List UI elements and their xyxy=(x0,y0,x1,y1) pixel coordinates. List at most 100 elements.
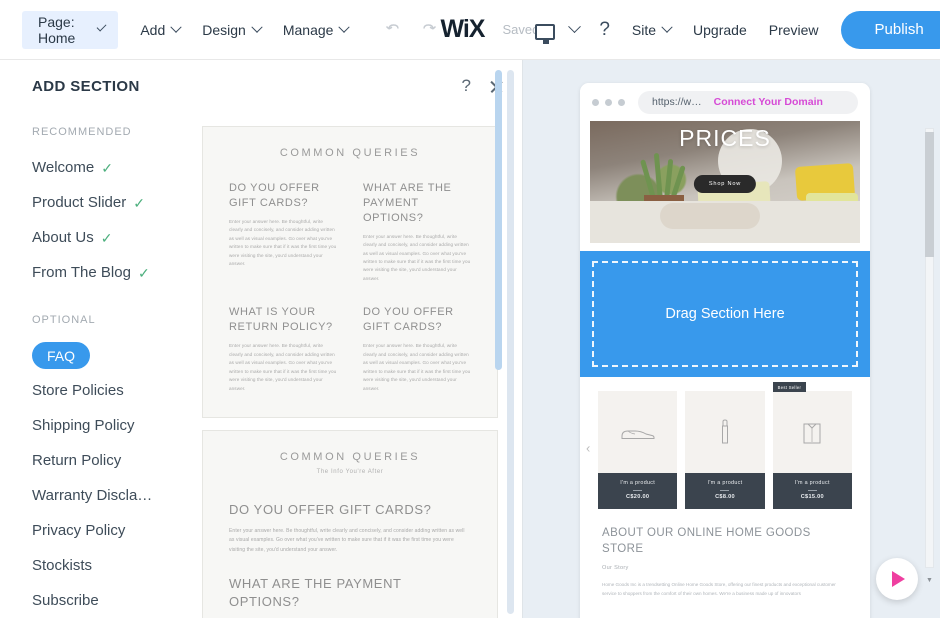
chevron-down-icon xyxy=(170,21,182,33)
product-card[interactable]: I'm a product C$8.00 xyxy=(685,391,765,509)
lipstick-icon xyxy=(685,391,764,473)
undo-icon[interactable] xyxy=(384,20,404,40)
sidebar-item-product-slider[interactable]: Product Slider ✓ xyxy=(32,185,198,220)
add-section-panel: ADD SECTION ? RECOMMENDED Welcome ✓ Prod… xyxy=(0,60,523,618)
slider-prev-arrow[interactable]: ‹ xyxy=(586,441,590,456)
faq-question: WHAT ARE THE PAYMENT OPTIONS? xyxy=(229,576,402,609)
menu-site[interactable]: Site xyxy=(631,10,673,50)
preview-button[interactable]: Preview xyxy=(769,22,819,38)
sidebar-item-store-policies[interactable]: Store Policies xyxy=(32,373,198,408)
sidebar-item-return-policy[interactable]: Return Policy xyxy=(32,443,198,478)
group-label-optional: OPTIONAL xyxy=(32,314,96,326)
product-card[interactable]: I'm a product C$20.00 xyxy=(598,391,678,509)
shoe-icon xyxy=(598,391,677,473)
play-icon xyxy=(892,571,905,587)
panel-header: ADD SECTION ? xyxy=(0,60,522,112)
drag-section-dropzone[interactable]: Drag Section Here xyxy=(580,251,870,377)
sidebar-item-warranty-disclaimer[interactable]: Warranty Discla… xyxy=(32,478,198,513)
product-meta: I'm a product C$20.00 xyxy=(598,473,678,509)
menu-site-label: Site xyxy=(631,21,657,38)
product-name: I'm a product xyxy=(794,480,830,486)
chevron-down-icon xyxy=(251,21,263,33)
best-seller-badge: Best Seller xyxy=(772,382,807,392)
product-divider xyxy=(633,489,643,491)
product-name: I'm a product xyxy=(620,480,656,486)
template-question-grid: DO YOU OFFER GIFT CARDS? Enter your answ… xyxy=(229,181,471,393)
window-dot-icon xyxy=(618,98,625,106)
sidebar-item-stockists[interactable]: Stockists xyxy=(32,548,198,583)
redo-icon[interactable] xyxy=(418,20,438,40)
faq-entry: WHAT IS YOUR RETURN POLICY? Enter your a… xyxy=(229,305,337,393)
menu-add[interactable]: Add xyxy=(140,10,182,50)
template-gallery: COMMON QUERIES DO YOU OFFER GIFT CARDS? … xyxy=(198,112,522,618)
sidebar-item-faq[interactable]: FAQ xyxy=(32,342,91,369)
panel-body: RECOMMENDED Welcome ✓ Product Slider ✓ A… xyxy=(0,70,522,618)
sidebar-item-subscribe[interactable]: Subscribe xyxy=(32,583,198,618)
shop-now-button[interactable]: Shop Now xyxy=(693,175,757,193)
product-meta: I'm a product C$8.00 xyxy=(685,473,765,509)
connect-domain-link[interactable]: Connect Your Domain xyxy=(714,96,823,108)
about-section[interactable]: ABOUT OUR ONLINE HOME GOODS STORE Our St… xyxy=(580,519,870,599)
section-category-list: RECOMMENDED Welcome ✓ Product Slider ✓ A… xyxy=(0,112,198,618)
panel-scrollbar-thumb[interactable] xyxy=(495,70,502,370)
product-name: I'm a product xyxy=(707,480,743,486)
stage-scrollbar-thumb[interactable] xyxy=(925,132,934,257)
page-selector-dropdown[interactable]: Page: Home xyxy=(22,10,119,49)
sidebar-item-privacy-policy[interactable]: Privacy Policy xyxy=(32,513,198,548)
sidebar-item-label: Product Slider xyxy=(32,194,127,211)
faq-question: WHAT ARE THE PAYMENT OPTIONS? xyxy=(363,182,452,224)
faq-answer: Enter your answer here. Be thoughtful, w… xyxy=(363,233,471,281)
about-subheading: Our Story xyxy=(602,565,629,572)
wix-logo[interactable]: WiX xyxy=(440,15,485,44)
group-label-recommended: RECOMMENDED xyxy=(32,126,132,138)
sidebar-item-shipping-policy[interactable]: Shipping Policy xyxy=(32,408,198,443)
editor-stage: https://w… Connect Your Domain PRICES Sh… xyxy=(523,60,940,618)
hero-title: PRICES xyxy=(679,125,771,151)
sidebar-item-label: About Us xyxy=(32,229,94,246)
help-icon[interactable]: ? xyxy=(599,19,610,41)
chevron-down-icon xyxy=(96,21,107,32)
section-template-card[interactable]: COMMON QUERIES DO YOU OFFER GIFT CARDS? … xyxy=(202,126,498,419)
section-template-card[interactable]: COMMON QUERIES The Info You're After DO … xyxy=(202,430,498,618)
panel-title: ADD SECTION xyxy=(32,77,140,95)
site-preview-frame: https://w… Connect Your Domain PRICES Sh… xyxy=(580,83,870,618)
upgrade-button[interactable]: Upgrade xyxy=(693,22,747,38)
faq-question: DO YOU OFFER GIFT CARDS? xyxy=(363,306,454,334)
faq-question: DO YOU OFFER GIFT CARDS? xyxy=(229,502,432,518)
faq-answer: Enter your answer here. Be thoughtful, w… xyxy=(363,343,471,391)
product-meta: I'm a product C$15.00 xyxy=(772,473,852,509)
play-button[interactable] xyxy=(876,558,918,600)
product-price: C$15.00 xyxy=(800,494,824,500)
check-icon: ✓ xyxy=(137,264,150,281)
chevron-down-icon xyxy=(661,21,673,33)
about-body: Home Goods Inc is a trendsetting Online … xyxy=(602,582,836,597)
faq-entry: WHAT ARE THE PAYMENT OPTIONS? Enter your… xyxy=(229,575,471,618)
sidebar-item-welcome[interactable]: Welcome ✓ xyxy=(32,150,198,185)
menu-design[interactable]: Design xyxy=(202,10,263,50)
product-card[interactable]: Best Seller I'm a product C$15.00 xyxy=(772,382,852,509)
menu-manage-label: Manage xyxy=(282,21,334,38)
stage-scroll-down-arrow[interactable]: ▼ xyxy=(925,574,934,586)
chevron-down-icon xyxy=(338,21,351,33)
product-price: C$20.00 xyxy=(626,494,650,500)
sidebar-item-from-the-blog[interactable]: From The Blog ✓ xyxy=(32,255,198,290)
hero-section[interactable]: PRICES Shop Now xyxy=(590,121,860,243)
desktop-monitor-icon xyxy=(535,24,556,44)
chevron-down-icon xyxy=(568,20,582,34)
publish-button[interactable]: Publish xyxy=(840,10,940,49)
menu-manage[interactable]: Manage xyxy=(282,10,351,50)
faq-question: DO YOU OFFER GIFT CARDS? xyxy=(229,182,320,209)
menu-add-label: Add xyxy=(140,21,166,38)
panel-scrollbar-track[interactable] xyxy=(507,70,514,614)
sidebar-item-about-us[interactable]: About Us ✓ xyxy=(32,220,198,255)
sidebar-item-label: From The Blog xyxy=(32,264,131,281)
menu-design-label: Design xyxy=(202,21,246,38)
product-price: C$8.00 xyxy=(715,494,735,500)
panel-help-icon[interactable]: ? xyxy=(462,76,471,96)
product-slider-section[interactable]: ‹ I'm a product C$20.00 I'm a product C$… xyxy=(580,377,870,519)
url-bar[interactable]: https://w… Connect Your Domain xyxy=(638,90,858,114)
page-selector-label: Page: Home xyxy=(38,13,76,46)
editor-body: ADD SECTION ? RECOMMENDED Welcome ✓ Prod… xyxy=(0,60,940,618)
save-status-control[interactable]: Saved xyxy=(502,20,582,44)
check-icon: ✓ xyxy=(101,159,113,176)
